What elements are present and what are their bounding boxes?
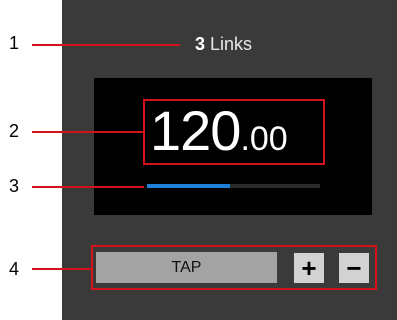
callout-2-number: 2 bbox=[9, 121, 20, 141]
decrease-tempo-button[interactable]: − bbox=[339, 253, 369, 283]
tempo-value[interactable]: 120.00 bbox=[150, 96, 288, 181]
tempo-integer: 120 bbox=[150, 99, 241, 162]
links-count: 3 bbox=[195, 34, 206, 54]
tempo-decimal: .00 bbox=[240, 120, 288, 158]
callout-3-leader bbox=[32, 186, 144, 188]
callout-3-number: 3 bbox=[9, 176, 20, 196]
phase-progress-bar bbox=[147, 184, 320, 188]
callout-4-number: 4 bbox=[9, 259, 20, 279]
callout-1-number: 1 bbox=[9, 33, 20, 53]
links-label: Links bbox=[210, 34, 253, 54]
links-status: 3 Links bbox=[195, 33, 252, 55]
annotated-screenshot: 3 Links 120.00 TAP + − 1 2 3 4 bbox=[0, 0, 397, 320]
callout-1-leader bbox=[32, 44, 180, 46]
tap-tempo-button[interactable]: TAP bbox=[96, 252, 277, 283]
increase-tempo-button[interactable]: + bbox=[294, 253, 324, 283]
callout-2-leader bbox=[32, 131, 144, 133]
phase-progress-fill bbox=[147, 184, 231, 188]
callout-4-leader bbox=[32, 268, 92, 270]
